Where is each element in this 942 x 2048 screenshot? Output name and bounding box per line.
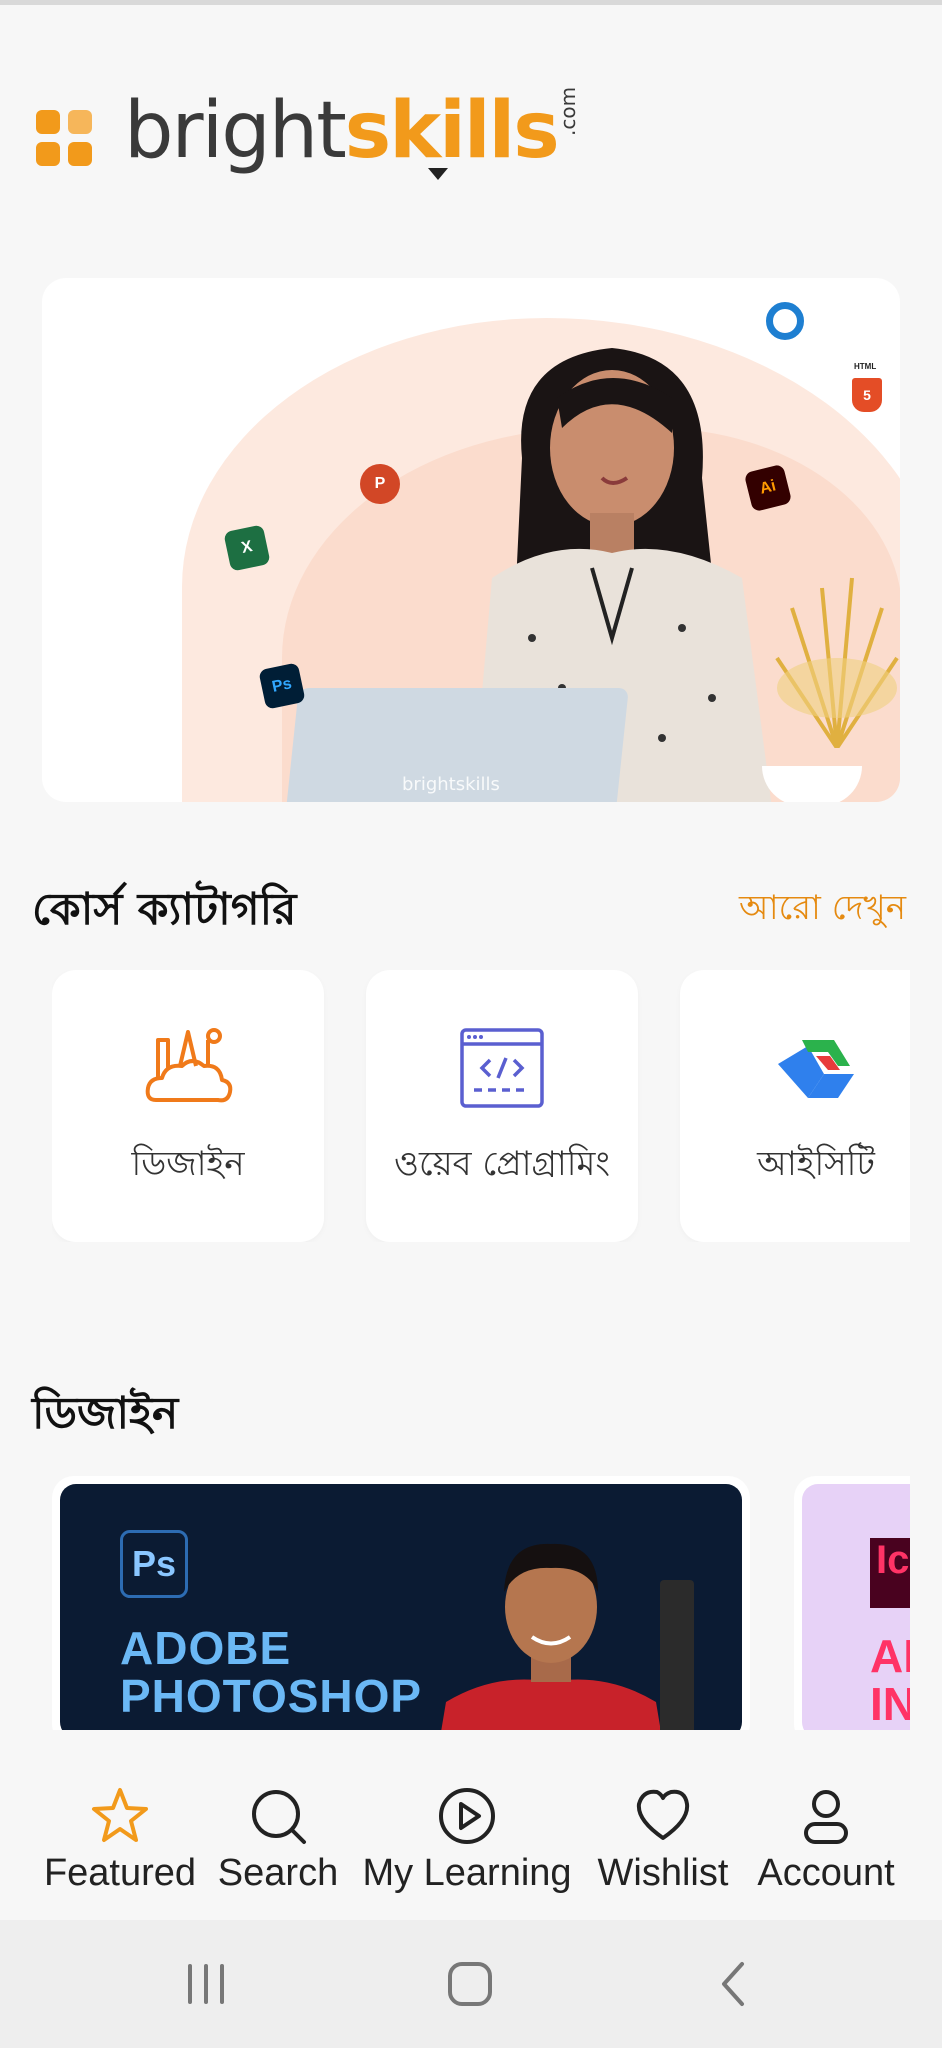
bottom-tab-bar: Featured Search My Learning Wishlist Acc… (0, 1730, 942, 1920)
tab-label: Account (757, 1852, 895, 1894)
category-label: ডিজাইন (131, 1144, 245, 1184)
course-thumbnail: Ic AI IN (802, 1484, 910, 1730)
tab-wishlist[interactable]: Wishlist (588, 1730, 738, 1920)
brand-logo[interactable]: brightskills .com (36, 87, 580, 186)
search-icon (252, 1790, 306, 1844)
chrome-icon (766, 302, 804, 340)
user-icon (804, 1790, 848, 1844)
category-card-design[interactable]: ডিজাইন (52, 970, 324, 1242)
logo-wordmark: brightskills (124, 92, 560, 170)
course-title: AI IN (870, 1632, 910, 1728)
category-card-ict[interactable]: আইসিটি (680, 970, 910, 1242)
hero-banner[interactable]: brightskills Ps X P Ai HTML 5 (42, 278, 900, 802)
logo-caret-icon (428, 168, 448, 180)
logo-text-skills: skills (344, 86, 560, 176)
tab-search[interactable]: Search (208, 1730, 348, 1920)
course-carousel[interactable]: Ps ADOBE PHOTOSHOP Ic AI IN (52, 1476, 910, 1730)
tab-label: My Learning (362, 1852, 572, 1894)
recent-apps-icon[interactable] (176, 1954, 236, 2014)
plant-illustration (775, 577, 899, 748)
instructor-photo (441, 1543, 661, 1730)
tool-panel-illustration (660, 1580, 694, 1730)
course-card-indesign[interactable]: Ic AI IN (794, 1476, 910, 1730)
category-carousel[interactable]: ডিজাইন ওয়েব প্রোগ্রামিং আইসিটি (52, 970, 910, 1242)
system-nav-bar (0, 1920, 942, 2048)
photoshop-icon: Ps (258, 662, 306, 710)
tab-label: Featured (43, 1852, 197, 1894)
hero-watermark: brightskills (402, 774, 500, 795)
tab-account[interactable]: Account (744, 1730, 908, 1920)
category-label: আইসিটি (757, 1144, 875, 1184)
home-icon[interactable] (440, 1954, 500, 2014)
course-thumbnail: Ps ADOBE PHOTOSHOP (60, 1484, 742, 1730)
course-card-photoshop[interactable]: Ps ADOBE PHOTOSHOP (52, 1476, 750, 1730)
html5-icon: 5 (852, 378, 882, 412)
logo-grid-icon (36, 110, 92, 166)
heart-icon (636, 1789, 690, 1840)
category-section-title: কোর্স ক্যাটাগরি (32, 884, 297, 935)
tab-label: Wishlist (597, 1852, 729, 1894)
back-icon[interactable] (704, 1954, 764, 2014)
design-tools-icon (145, 1028, 233, 1103)
tab-featured[interactable]: Featured (30, 1730, 210, 1920)
status-divider (0, 0, 942, 5)
logo-domain-suffix: .com (556, 86, 580, 136)
excel-icon: X (223, 524, 271, 572)
course-title-line: PHOTOSHOP (120, 1670, 423, 1722)
tab-my-learning[interactable]: My Learning (352, 1730, 582, 1920)
html-label: HTML (854, 362, 877, 371)
category-label: ওয়েব প্রোগ্রামিং (393, 1144, 611, 1184)
category-card-web-programming[interactable]: ওয়েব প্রোগ্রামিং (366, 970, 638, 1242)
star-icon (92, 1788, 148, 1842)
indesign-icon: Ic (870, 1538, 910, 1608)
code-window-icon (460, 1028, 544, 1108)
see-more-link[interactable]: আরো দেখুন (739, 882, 906, 939)
course-title-line: ADOBE (120, 1622, 292, 1674)
course-title: ADOBE PHOTOSHOP (120, 1624, 422, 1720)
design-section-title: ডিজাইন (32, 1388, 179, 1439)
logo-text-bright: bright (124, 86, 347, 176)
tab-label: Search (217, 1852, 339, 1894)
cup-illustration (762, 766, 862, 802)
course-title-line: AI (870, 1630, 910, 1682)
ict-logo-icon (778, 1040, 854, 1098)
powerpoint-icon: P (360, 464, 400, 504)
course-title-line: IN (870, 1678, 910, 1730)
photoshop-icon: Ps (120, 1530, 188, 1598)
play-circle-icon (439, 1788, 495, 1844)
